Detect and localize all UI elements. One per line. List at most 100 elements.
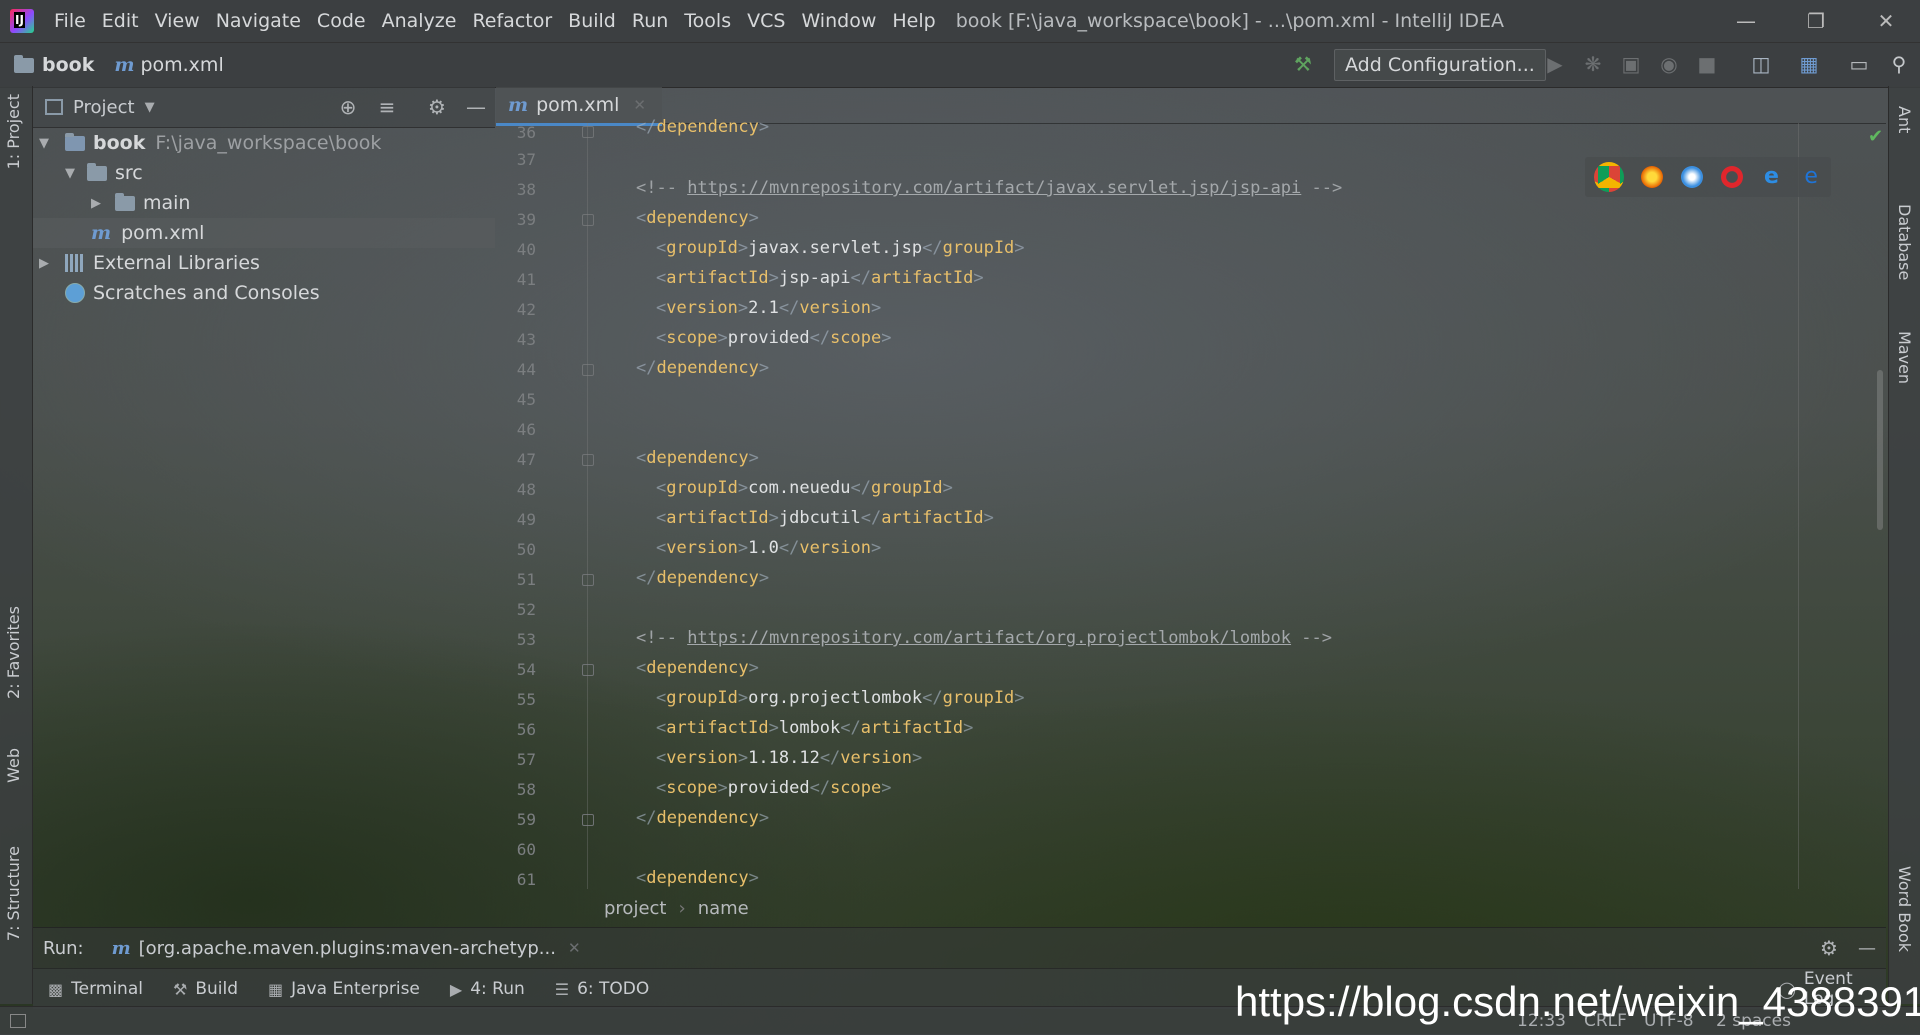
breadcrumb-project[interactable]: project [604,898,666,919]
restore-button[interactable]: ❐ [1788,0,1844,42]
tool-tab-favorites[interactable]: 2: Favorites [4,606,23,699]
tool-tab-structure[interactable]: 7: Structure [4,846,23,941]
tool-tab-java-enterprise[interactable]: ▦ Java Enterprise [268,979,420,999]
fold-marker-icon[interactable] [582,574,594,586]
tool-tab-web[interactable]: Web [4,748,23,783]
gear-icon[interactable]: ⚙ [425,95,449,119]
menu-navigate[interactable]: Navigate [208,10,309,32]
menu-view[interactable]: View [147,10,208,32]
code-editor[interactable]: </dependency> <!-- https://mvnrepository… [600,117,1800,889]
close-tab-icon[interactable]: ✕ [633,96,646,114]
line-number: 41 [516,270,536,289]
edge-icon[interactable]: e [1800,166,1822,188]
tool-tab-todo[interactable]: ☰ 6: TODO [555,979,650,999]
tab-label: Terminal [71,979,143,999]
nav-crumb-file[interactable]: m pom.xml [94,54,223,76]
fold-marker-icon[interactable] [582,814,594,826]
tool-tab-ant[interactable]: Ant [1895,106,1914,133]
scratches-icon [65,283,85,303]
maven-file-icon: m [91,222,112,244]
presentation-icon[interactable]: ▭ [1846,51,1872,77]
tree-item-main[interactable]: ▶ main [33,188,495,218]
tree-label: src [115,162,143,184]
tree-item-pom-xml[interactable]: m pom.xml [33,218,495,248]
menu-window[interactable]: Window [793,10,884,32]
chevron-down-icon[interactable]: ▼ [145,100,155,115]
tool-tab-terminal[interactable]: ▩ Terminal [48,979,143,999]
menu-edit[interactable]: Edit [94,10,147,32]
tool-tab-word-book[interactable]: Word Book [1895,866,1914,952]
project-structure-icon[interactable]: ◫ [1748,51,1774,77]
stop-icon[interactable]: ■ [1694,51,1720,77]
toggle-tool-windows-icon[interactable] [10,1014,26,1028]
firefox-icon[interactable] [1641,166,1664,188]
nav-project-label: book [42,54,95,76]
expanded-arrow-icon[interactable]: ▼ [63,166,77,181]
tool-tab-project[interactable]: 1: Project [4,94,23,169]
menu-code[interactable]: Code [309,10,374,32]
project-view-selector[interactable]: Project [73,97,135,118]
tree-item-scratches[interactable]: Scratches and Consoles [33,278,495,308]
tree-item-book[interactable]: ▼ book F:\java_workspace\book [33,128,495,158]
run-label: Run: [43,937,84,959]
collapse-all-icon[interactable]: ≡ [375,95,399,119]
tree-label: pom.xml [121,222,205,244]
locate-file-icon[interactable]: ⊕ [336,95,360,119]
add-configuration-button[interactable]: Add Configuration... [1334,49,1546,81]
fold-marker-icon[interactable] [582,664,594,676]
tool-tab-maven[interactable]: Maven [1895,331,1914,384]
debug-icon[interactable]: ❋ [1580,51,1606,77]
translate-icon[interactable]: ▦ [1796,51,1822,77]
expanded-arrow-icon[interactable]: ▼ [37,136,51,151]
chrome-icon[interactable] [1593,162,1624,192]
fold-marker-icon[interactable] [582,126,594,138]
editor-scrollbar[interactable] [1877,370,1883,530]
libraries-icon [65,254,85,272]
hide-panel-icon[interactable]: — [464,95,488,119]
inspection-ok-icon[interactable]: ✔ [1868,126,1883,147]
tree-label: book [93,132,146,154]
intellij-logo-icon [10,9,34,33]
breadcrumb-name[interactable]: name [698,898,749,919]
menu-help[interactable]: Help [884,10,943,32]
tool-tab-database[interactable]: Database [1895,204,1914,280]
safari-icon[interactable] [1681,166,1704,188]
menu-refactor[interactable]: Refactor [464,10,560,32]
profile-icon[interactable]: ◉ [1656,51,1682,77]
search-everywhere-icon[interactable]: ⚲ [1886,51,1912,77]
hide-panel-icon[interactable]: — [1858,938,1876,959]
close-tab-icon[interactable]: ✕ [568,939,581,957]
menu-tools[interactable]: Tools [676,10,739,32]
tree-label: Scratches and Consoles [93,282,320,304]
tool-tab-run[interactable]: ▶ 4: Run [450,979,525,999]
code-line: <!-- https://mvnrepository.com/artifact/… [636,628,1332,648]
comment-link[interactable]: https://mvnrepository.com/artifact/org.p… [687,628,1291,648]
coverage-icon[interactable]: ▣ [1618,51,1644,77]
nav-crumb-project[interactable]: book [0,54,94,76]
fold-marker-icon[interactable] [582,364,594,376]
collapsed-arrow-icon[interactable]: ▶ [89,196,103,211]
code-line: <dependency> [636,448,759,468]
run-icon[interactable]: ▶ [1542,51,1568,77]
minimize-button[interactable]: — [1718,0,1774,42]
tree-item-src[interactable]: ▼ src [33,158,495,188]
code-line: <groupId>org.projectlombok</groupId> [656,688,1025,708]
run-config-tab[interactable]: [org.apache.maven.plugins:maven-archetyp… [139,938,556,959]
editor-tab-label: pom.xml [536,94,620,116]
tool-tab-build[interactable]: ⚒ Build [173,979,238,999]
menu-file[interactable]: File [46,10,94,32]
comment-link[interactable]: https://mvnrepository.com/artifact/javax… [687,178,1301,198]
internet-explorer-icon[interactable]: e [1760,166,1782,188]
menu-build[interactable]: Build [560,10,624,32]
tree-item-external-libraries[interactable]: ▶ External Libraries [33,248,495,278]
menu-vcs[interactable]: VCS [739,10,793,32]
build-hammer-icon[interactable]: ⚒ [1290,51,1316,77]
gear-icon[interactable]: ⚙ [1820,936,1838,960]
opera-icon[interactable] [1720,166,1743,188]
menu-analyze[interactable]: Analyze [374,10,465,32]
menu-run[interactable]: Run [624,10,676,32]
fold-marker-icon[interactable] [582,214,594,226]
collapsed-arrow-icon[interactable]: ▶ [37,256,51,271]
fold-marker-icon[interactable] [582,454,594,466]
close-window-button[interactable]: ✕ [1858,0,1914,42]
